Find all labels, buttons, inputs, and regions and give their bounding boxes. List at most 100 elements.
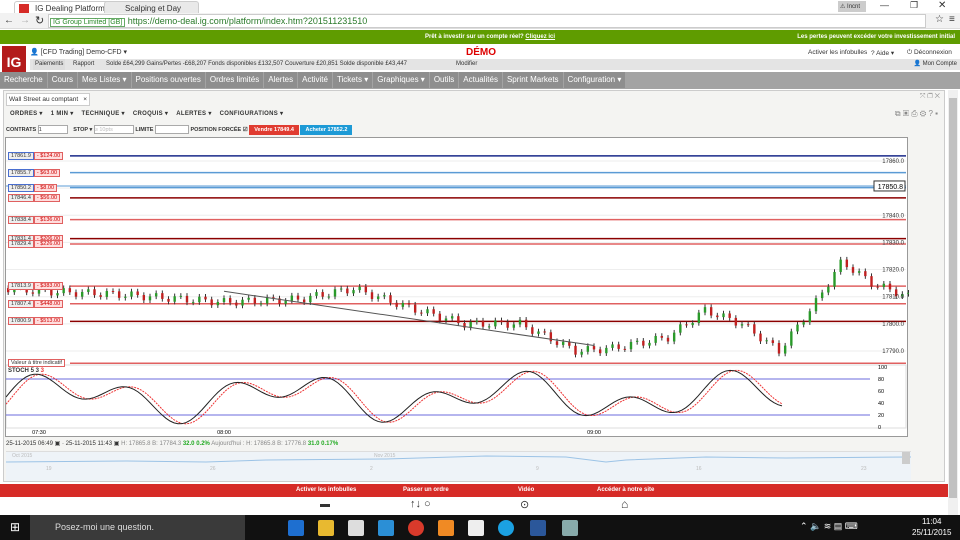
from-date[interactable]: 25-11-2015 06:49 — [6, 441, 53, 447]
nav-item[interactable]: Recherche — [0, 72, 47, 88]
balance-key: Solde disponible — [339, 61, 384, 67]
profile-badge[interactable]: ⚠ Incnt — [838, 1, 866, 12]
tray-icons[interactable]: ⌃ 🔈 ≋ ▤ ⌨ — [800, 521, 858, 532]
nav-item[interactable]: Actualités — [459, 72, 502, 88]
chart-menu-item[interactable]: 1 MIN ▾ — [51, 111, 74, 117]
nav-item[interactable]: Outils — [429, 72, 459, 88]
candle — [481, 320, 485, 327]
star-icon[interactable]: ☆ — [935, 14, 944, 25]
forced-position-checkbox[interactable]: ☑ — [243, 127, 248, 133]
url-field[interactable]: IG Group Limited [GB] https://demo-deal.… — [48, 14, 926, 28]
limit-input[interactable] — [154, 125, 189, 135]
order-level-label[interactable]: 17861.9- $124.00 — [8, 151, 64, 160]
banner-text: Prêt à investir sur un compte réel? — [425, 34, 524, 40]
candle — [586, 346, 590, 352]
chart-menu-item[interactable]: CROQUIS ▾ — [133, 111, 168, 117]
edge-icon[interactable] — [288, 520, 304, 536]
order-level-label[interactable]: 17829.4- $226.00 — [8, 240, 64, 249]
chart-menu-item[interactable]: CONFIGURATIONS ▾ — [220, 111, 284, 117]
nav-item[interactable]: Ordres limités — [205, 72, 264, 88]
order-level-label[interactable]: 17838.4- $136.00 — [8, 215, 64, 224]
explorer-icon[interactable] — [318, 520, 334, 536]
stop-dropdown[interactable]: STOP ▾ — [73, 127, 92, 133]
y-tick-label: 17810.0 — [882, 295, 904, 301]
video-icon[interactable]: ⊙ — [520, 498, 529, 511]
order-arrows-icon[interactable]: ↑↓ ○ — [410, 498, 431, 510]
app-icon[interactable] — [378, 520, 394, 536]
menu-icon[interactable]: ≡ — [949, 14, 955, 25]
tooltips-link[interactable]: Activer les infobulles — [808, 49, 867, 56]
banner-link[interactable]: Cliquez ici — [525, 34, 555, 40]
minimize-icon[interactable]: — — [880, 0, 889, 10]
modify-button[interactable]: Modifier — [456, 59, 477, 70]
store-icon[interactable] — [348, 520, 364, 536]
page-scrollbar[interactable] — [948, 90, 958, 515]
report-link[interactable]: Rapport — [73, 59, 94, 70]
window-controls-icon[interactable]: ⤧ ❐ ✕ — [920, 93, 940, 101]
nav-item[interactable]: Activité — [298, 72, 332, 88]
browser-tab-scalping[interactable]: Scalping et Day tradi — [104, 1, 199, 22]
logout-link[interactable]: ⏻ Déconnexion — [907, 49, 952, 57]
nav-item[interactable]: Graphiques ▾ — [373, 72, 429, 88]
word-icon[interactable] — [530, 520, 546, 536]
to-date[interactable]: 25-11-2015 11:43 — [66, 441, 112, 447]
help-label: Aide — [876, 50, 890, 57]
speech-icon[interactable]: ▬ — [320, 499, 330, 510]
nav-item[interactable]: Positions ouvertes — [131, 72, 205, 88]
stop-input[interactable]: ≥ 10pts — [93, 125, 134, 135]
account-selector[interactable]: 👤 [CFD Trading] Demo-CFD ▾ — [30, 48, 127, 56]
reload-icon[interactable]: ↻ — [35, 14, 44, 27]
home-app-icon[interactable] — [468, 520, 484, 536]
order-level-label[interactable]: 17850.2- $8.00 — [8, 183, 58, 192]
navigator-handle[interactable] — [902, 452, 910, 464]
footer-site[interactable]: Accéder à notre site — [597, 487, 654, 493]
nav-item[interactable]: Configuration ▾ — [563, 72, 626, 88]
nav-item[interactable]: Sprint Markets — [502, 72, 563, 88]
candle — [746, 324, 750, 326]
chart-menu-item[interactable]: ALERTES ▾ — [176, 111, 211, 117]
help-menu[interactable]: ? Aide ▾ — [871, 49, 894, 57]
chart-menu-item[interactable]: TECHNIQUE ▾ — [82, 111, 125, 117]
my-account-link[interactable]: 👤 Mon Compte — [914, 59, 958, 70]
footer-tooltips[interactable]: Activer les infobulles — [296, 487, 356, 493]
candle — [389, 295, 392, 303]
close-window-icon[interactable]: ✕ — [938, 0, 946, 11]
sell-button[interactable]: Vendre 17849.4 — [249, 124, 299, 135]
media-icon[interactable] — [438, 520, 454, 536]
payments-link[interactable]: Paiements — [33, 59, 66, 70]
candle — [642, 340, 645, 346]
back-icon[interactable]: ← — [4, 15, 14, 26]
chart-canvas[interactable]: 17860.0 17840.0 17830.0 17820.0 17810.0 17800… — [6, 138, 909, 438]
order-level-label[interactable]: 17855.7- $63.00 — [8, 168, 61, 177]
nav-item[interactable]: Cours — [47, 72, 78, 88]
tab-wall-street[interactable]: Wall Street au comptant × — [6, 93, 90, 106]
chart-navigator[interactable]: Oct 2015 Nov 2015 19 26 2 9 16 23 — [6, 451, 911, 481]
paint-icon[interactable] — [562, 520, 578, 536]
footer-place-order[interactable]: Passer un ordre — [403, 487, 449, 493]
price-chart[interactable]: 17860.0 17840.0 17830.0 17820.0 17810.0 17800… — [5, 137, 909, 447]
order-level-label[interactable]: 17846.4- $56.00 — [8, 193, 61, 202]
cortana-search[interactable]: Posez-moi une question. — [30, 515, 245, 540]
windows-start-icon[interactable]: ⊞ — [10, 520, 20, 534]
home-icon[interactable]: ⌂ — [621, 497, 628, 511]
contracts-input[interactable]: 1 — [37, 125, 68, 135]
chart-menu-item[interactable]: ORDRES ▾ — [10, 111, 43, 117]
forward-icon[interactable]: → — [20, 15, 30, 26]
buy-button[interactable]: Acheter 17852.2 — [300, 124, 353, 135]
maximize-icon[interactable]: ❐ — [910, 0, 918, 11]
footer-video[interactable]: Vidéo — [518, 487, 534, 493]
high-value: H: 17865.8 — [121, 441, 151, 447]
nav-item[interactable]: Tickets ▾ — [332, 72, 373, 88]
candle — [376, 296, 380, 299]
skype-icon[interactable] — [498, 520, 514, 536]
chrome-icon[interactable] — [408, 520, 424, 536]
order-level-label[interactable]: 17813.9- $383.00 — [8, 282, 64, 291]
order-level-label[interactable]: 17800.9- $513.00 — [8, 317, 64, 326]
close-tab-icon[interactable]: × — [83, 96, 87, 103]
candle — [845, 259, 849, 268]
navigator-line — [6, 455, 911, 463]
chart-tools-icons[interactable]: ⧉ ▣ ⎙ ⚙ ? ▪ — [895, 109, 938, 119]
nav-item[interactable]: Mes Listes ▾ — [78, 72, 131, 88]
nav-item[interactable]: Alertes — [264, 72, 298, 88]
order-level-label[interactable]: 17807.4- $448.00 — [8, 299, 64, 308]
